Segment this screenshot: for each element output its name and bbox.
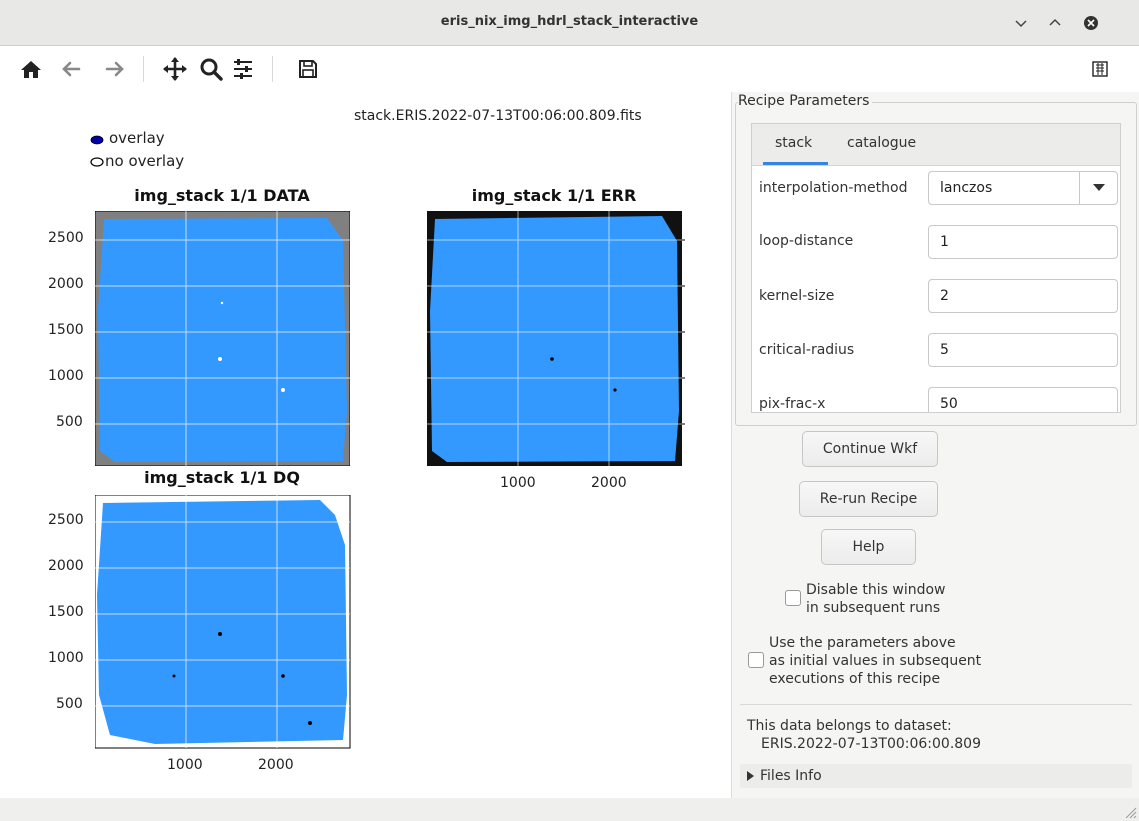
save-icon <box>299 60 317 78</box>
x-tick-label: 1000 <box>167 757 203 773</box>
disable-window-checkbox[interactable] <box>785 590 801 606</box>
panel-err-title: img_stack 1/1 ERR <box>471 186 637 205</box>
help-button[interactable]: Help <box>821 529 916 565</box>
y-tick-label: 2000 <box>48 558 84 574</box>
parameter-tabs: stack catalogue interpolation-method lan… <box>751 123 1121 413</box>
y-tick-label: 500 <box>56 414 83 430</box>
tab-stack[interactable]: stack <box>775 135 812 151</box>
tab-catalogue[interactable]: catalogue <box>847 135 916 151</box>
resize-grip-icon[interactable] <box>1123 805 1137 819</box>
close-button[interactable] <box>1082 14 1100 32</box>
close-icon <box>1084 16 1098 30</box>
maximize-button[interactable] <box>1046 14 1064 32</box>
param-label-kernel-size: kernel-size <box>759 288 835 304</box>
y-tick-label: 1000 <box>48 368 84 384</box>
no-overlay-marker-icon <box>90 157 104 167</box>
title-bar: eris_nix_img_hdrl_stack_interactive <box>0 0 1139 46</box>
param-label-interpolation-method: interpolation-method <box>759 180 908 196</box>
legend-no-overlay-label: no overlay <box>105 152 185 170</box>
window-title: eris_nix_img_hdrl_stack_interactive <box>440 14 699 29</box>
panel-data-image[interactable] <box>95 211 350 466</box>
dropdown-value: lanczos <box>940 180 993 196</box>
params-scrollbar[interactable] <box>1112 166 1120 412</box>
save-button[interactable] <box>293 54 323 84</box>
home-button[interactable] <box>16 54 46 84</box>
kernel-size-input[interactable]: 2 <box>928 279 1118 313</box>
disable-window-line1: Disable this window <box>806 582 946 598</box>
tab-bar: stack catalogue <box>752 124 1120 166</box>
home-icon <box>21 61 41 78</box>
configure-subplots-icon <box>234 59 252 79</box>
chevron-up-icon <box>1049 18 1061 26</box>
toolbar-separator <box>143 56 144 82</box>
disable-window-line2: in subsequent runs <box>806 600 941 616</box>
plot-filename: stack.ERIS.2022-07-13T00:06:00.809.fits <box>354 108 642 124</box>
forward-arrow-icon <box>105 61 124 77</box>
triangle-down-icon <box>1092 184 1105 191</box>
pan-icon <box>163 57 187 81</box>
legend-overlay-label: overlay <box>109 129 165 147</box>
files-info-label: Files Info <box>760 768 822 784</box>
edit-axis-button[interactable] <box>1085 54 1115 84</box>
use-parameters-line1: Use the parameters above <box>769 635 956 651</box>
files-info-expander[interactable]: Files Info <box>740 764 1132 788</box>
y-tick-label: 2000 <box>48 276 84 292</box>
matplotlib-toolbar <box>0 46 1139 92</box>
x-tick-label: 2000 <box>591 475 627 491</box>
back-button[interactable] <box>56 54 86 84</box>
plot-canvas[interactable]: stack.ERIS.2022-07-13T00:06:00.809.fits … <box>0 92 730 798</box>
minimize-button[interactable] <box>1012 14 1030 32</box>
loop-distance-input[interactable]: 1 <box>928 225 1118 259</box>
y-tick-label: 1500 <box>48 322 84 338</box>
use-parameters-line3: executions of this recipe <box>769 671 941 687</box>
continue-wkf-button[interactable]: Continue Wkf <box>802 431 938 467</box>
panel-err-image[interactable] <box>427 211 685 468</box>
dataset-value: ERIS.2022-07-13T00:06:00.809 <box>761 736 982 752</box>
y-tick-label: 1500 <box>48 604 84 620</box>
y-tick-label: 1000 <box>48 650 84 666</box>
x-tick-label: 2000 <box>258 757 294 773</box>
forward-button[interactable] <box>100 54 130 84</box>
y-tick-label: 2500 <box>48 230 84 246</box>
use-parameters-label: Use the parameters above as initial valu… <box>769 634 981 688</box>
recipe-parameters-label: Recipe Parameters <box>738 93 873 109</box>
triangle-right-icon <box>747 771 754 781</box>
configure-button[interactable] <box>228 54 258 84</box>
panel-dq-image[interactable] <box>95 495 351 749</box>
x-tick-label: 1000 <box>500 475 536 491</box>
recipe-panel: Recipe Parameters stack catalogue interp… <box>731 92 1139 798</box>
zoom-icon <box>200 58 223 81</box>
chevron-down-icon <box>1015 20 1027 28</box>
panel-separator <box>740 704 1132 705</box>
panel-dq-title: img_stack 1/1 DQ <box>144 468 300 487</box>
panel-data-title: img_stack 1/1 DATA <box>134 186 310 205</box>
overlay-marker-icon <box>90 135 104 145</box>
interpolation-method-dropdown[interactable]: lanczos <box>928 171 1118 205</box>
toolbar-separator <box>272 56 273 82</box>
y-tick-label: 2500 <box>48 512 84 528</box>
rerun-recipe-button[interactable]: Re-run Recipe <box>799 481 938 517</box>
param-label-pix-frac-x: pix-frac-x <box>759 396 826 412</box>
pan-button[interactable] <box>160 54 190 84</box>
use-parameters-checkbox[interactable] <box>748 652 764 668</box>
dataset-label: This data belongs to dataset: <box>747 718 952 734</box>
back-arrow-icon <box>62 61 81 77</box>
param-label-loop-distance: loop-distance <box>759 233 854 249</box>
y-tick-label: 500 <box>56 696 83 712</box>
edit-axis-icon <box>1092 61 1108 77</box>
disable-window-label: Disable this window in subsequent runs <box>806 581 946 617</box>
critical-radius-input[interactable]: 5 <box>928 333 1118 367</box>
status-bar <box>0 798 1139 821</box>
pix-frac-x-input[interactable]: 50 <box>928 387 1118 412</box>
zoom-button[interactable] <box>196 54 226 84</box>
param-label-critical-radius: critical-radius <box>759 342 855 358</box>
active-tab-indicator <box>763 162 828 165</box>
use-parameters-line2: as initial values in subsequent <box>769 653 982 669</box>
